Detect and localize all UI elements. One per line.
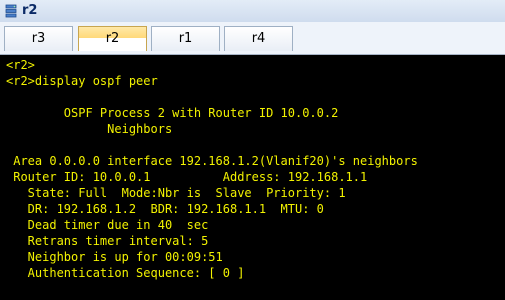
terminal-line: OSPF Process 2 with Router ID 10.0.0.2	[6, 106, 339, 120]
tab-r1[interactable]: r1	[151, 26, 220, 51]
tab-bar: r3 r2 r1 r4	[0, 22, 505, 55]
terminal-line: Neighbor is up for 00:09:51	[6, 250, 223, 264]
terminal-line: Router ID: 10.0.0.1 Address: 192.168.1.1	[6, 170, 368, 184]
router-app-icon	[5, 4, 17, 18]
tab-r2[interactable]: r2	[78, 26, 147, 51]
terminal-line: Neighbors	[6, 122, 173, 136]
terminal-line: Area 0.0.0.0 interface 192.168.1.2(Vlani…	[6, 154, 418, 168]
terminal-console[interactable]: <r2> <r2>display ospf peer OSPF Process …	[0, 55, 505, 300]
terminal-line: <r2>display ospf peer	[6, 74, 158, 88]
window-title: r2	[22, 3, 38, 18]
terminal-line: Retrans timer interval: 5	[6, 234, 209, 248]
tab-r3[interactable]: r3	[4, 26, 73, 51]
tab-r4[interactable]: r4	[224, 26, 293, 51]
terminal-line: State: Full Mode:Nbr is Slave Priority: …	[6, 186, 346, 200]
terminal-line: DR: 192.168.1.2 BDR: 192.168.1.1 MTU: 0	[6, 202, 324, 216]
terminal-line: Authentication Sequence: [ 0 ]	[6, 266, 245, 280]
window-titlebar: r2	[0, 0, 505, 23]
terminal-line: <r2>	[6, 58, 35, 72]
terminal-line: Dead timer due in 40 sec	[6, 218, 209, 232]
